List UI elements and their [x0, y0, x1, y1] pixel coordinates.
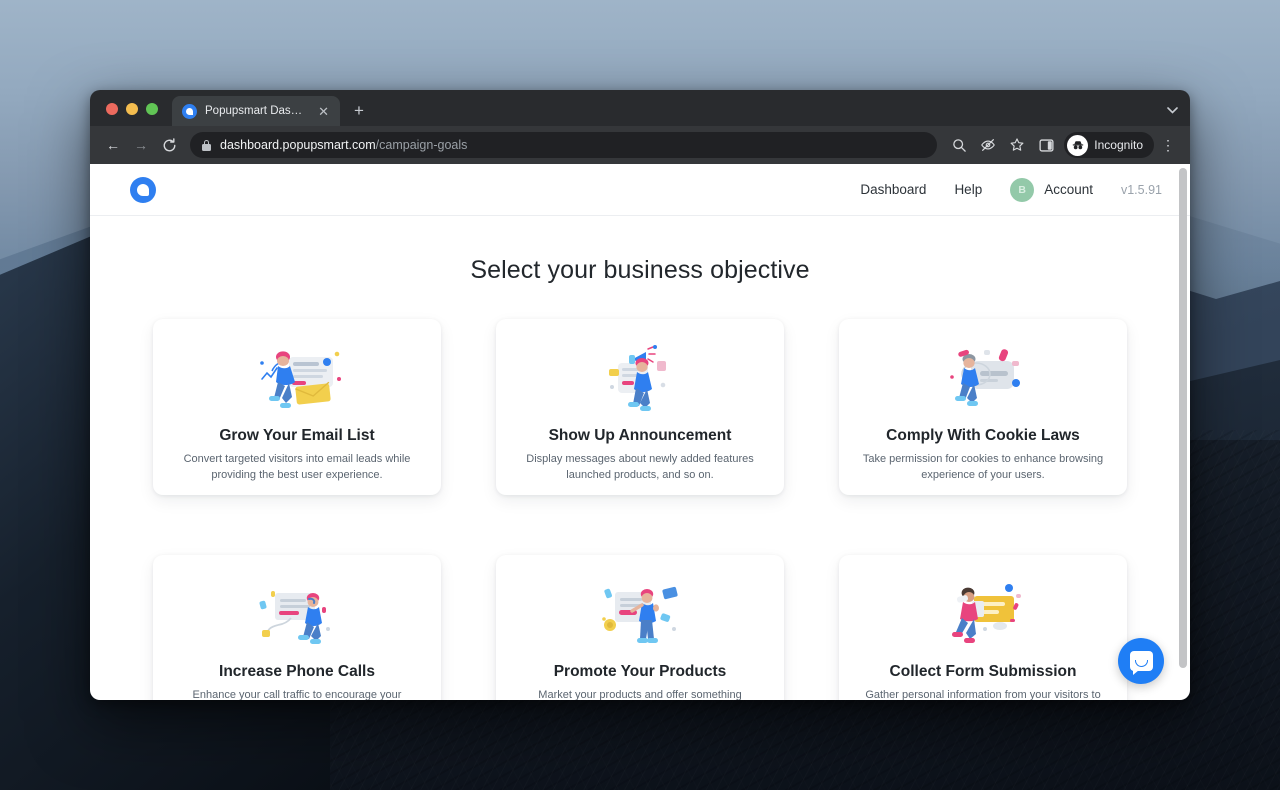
card-title: Increase Phone Calls — [219, 663, 375, 680]
minimize-window-button[interactable] — [126, 103, 138, 115]
browser-window: Popupsmart Dashboard ✕ + ← → dashboard.p… — [90, 90, 1190, 700]
card-description: Convert targeted visitors into email lea… — [183, 453, 411, 481]
chat-bubble-icon — [1129, 651, 1153, 675]
person-with-cookie-banner-illustration — [928, 341, 1038, 417]
maximize-window-button[interactable] — [146, 103, 158, 115]
lock-icon — [202, 139, 211, 151]
profile-label: Incognito — [1094, 138, 1143, 152]
card-description: Enhance your call traffic to encourage y… — [192, 689, 402, 700]
objective-card-show-up-announcement[interactable]: Show Up Announcement Display messages ab… — [496, 319, 784, 495]
url-domain: dashboard.popupsmart.com — [220, 138, 376, 152]
browser-toolbar: ← → dashboard.popupsmart.com/campaign-go… — [90, 126, 1190, 164]
person-running-with-email-card-illustration — [242, 341, 352, 417]
popupsmart-favicon — [182, 103, 197, 119]
browser-menu-button[interactable]: ⋮ — [1156, 138, 1180, 152]
page-body: Select your business objective Grow Your… — [90, 216, 1190, 700]
card-description: Display messages about newly added featu… — [526, 453, 754, 481]
page-scrollbar[interactable] — [1179, 168, 1187, 696]
profile-chip[interactable]: Incognito — [1064, 132, 1154, 158]
tab-title: Popupsmart Dashboard — [205, 105, 307, 117]
address-bar[interactable]: dashboard.popupsmart.com/campaign-goals — [190, 132, 938, 158]
account-label: Account — [1044, 182, 1093, 197]
window-controls[interactable] — [90, 103, 158, 126]
url-path: /campaign-goals — [375, 138, 468, 152]
close-window-button[interactable] — [106, 103, 118, 115]
browser-tab[interactable]: Popupsmart Dashboard ✕ — [172, 96, 340, 126]
forward-button[interactable]: → — [128, 132, 154, 158]
page-viewport: Dashboard Help B Account v1.5.91 Select … — [90, 164, 1190, 700]
person-presenting-product-board-illustration — [585, 577, 695, 653]
close-tab-icon[interactable]: ✕ — [315, 103, 332, 120]
side-panel-icon[interactable] — [1034, 133, 1058, 157]
incognito-icon — [1067, 134, 1089, 156]
person-carrying-form-illustration — [928, 577, 1038, 653]
url-text: dashboard.popupsmart.com/campaign-goals — [220, 138, 467, 152]
reload-button[interactable] — [156, 132, 182, 158]
scrollbar-thumb[interactable] — [1179, 168, 1187, 668]
objective-card-comply-cookie-laws[interactable]: Comply With Cookie Laws Take permission … — [839, 319, 1127, 495]
back-button[interactable]: ← — [100, 132, 126, 158]
card-title: Show Up Announcement — [548, 427, 732, 444]
person-on-phone-call-illustration — [242, 577, 352, 653]
popupsmart-logo[interactable] — [130, 176, 156, 203]
avatar: B — [1010, 177, 1035, 202]
objective-card-promote-your-products[interactable]: Promote Your Products Market your produc… — [496, 555, 784, 700]
card-title: Collect Form Submission — [889, 663, 1077, 680]
card-title: Comply With Cookie Laws — [886, 427, 1080, 444]
star-icon[interactable] — [1005, 133, 1029, 157]
nav-item-help[interactable]: Help — [954, 182, 982, 197]
eye-off-icon[interactable] — [976, 133, 1000, 157]
person-with-megaphone-illustration — [585, 341, 695, 417]
objective-card-grid: Grow Your Email List Convert targeted vi… — [90, 319, 1190, 700]
objective-card-increase-phone-calls[interactable]: Increase Phone Calls Enhance your call t… — [153, 555, 441, 700]
card-description: Gather personal information from your vi… — [865, 689, 1101, 700]
tab-strip: Popupsmart Dashboard ✕ + — [90, 90, 1190, 126]
nav-item-dashboard[interactable]: Dashboard — [860, 182, 926, 197]
intercom-chat-button[interactable] — [1118, 638, 1164, 684]
version-label: v1.5.91 — [1120, 182, 1162, 197]
card-title: Grow Your Email List — [219, 427, 375, 444]
card-description: Take permission for cookies to enhance b… — [862, 453, 1104, 481]
chevron-down-icon[interactable] — [1167, 106, 1178, 117]
app-header: Dashboard Help B Account v1.5.91 — [90, 164, 1190, 216]
card-title: Promote Your Products — [553, 663, 727, 680]
page-title: Select your business objective — [470, 256, 810, 284]
objective-card-collect-form-submission[interactable]: Collect Form Submission Gather personal … — [839, 555, 1127, 700]
app-nav: Dashboard Help B Account v1.5.91 — [860, 177, 1162, 202]
card-description: Market your products and offer something… — [538, 689, 742, 700]
search-icon[interactable] — [947, 133, 971, 157]
account-menu[interactable]: B Account — [1010, 177, 1093, 202]
toolbar-icons — [947, 133, 1058, 157]
objective-card-grow-email-list[interactable]: Grow Your Email List Convert targeted vi… — [153, 319, 441, 495]
new-tab-button[interactable]: + — [354, 102, 364, 119]
